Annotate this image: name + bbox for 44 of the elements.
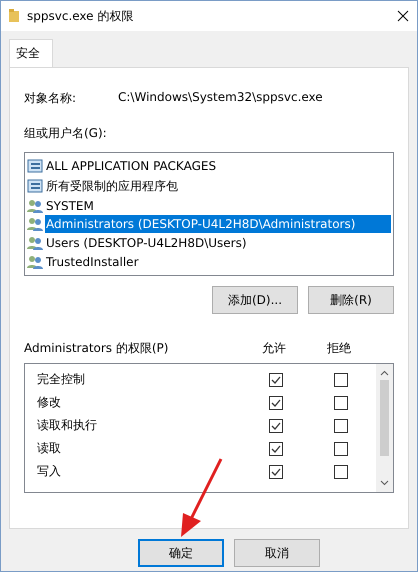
dialog-button[interactable]: 取消: [234, 539, 320, 567]
permission-name: 读取: [37, 440, 62, 457]
folder-icon: [9, 9, 19, 23]
dialog-button[interactable]: 确定: [138, 539, 224, 567]
checkbox[interactable]: [269, 442, 283, 456]
object-path: C:\Windows\System32\sppsvc.exe: [118, 90, 323, 106]
window-title: sppsvc.exe 的权限: [27, 8, 134, 24]
checkbox[interactable]: [334, 396, 348, 410]
package-icon: [27, 179, 43, 194]
list-item[interactable]: ALL APPLICATION PACKAGES: [45, 157, 218, 176]
action-button[interactable]: 添加(D)...: [212, 286, 298, 314]
users-icon: [27, 217, 43, 232]
action-button[interactable]: 删除(R): [308, 286, 394, 314]
close-icon[interactable]: [397, 10, 409, 22]
checkbox[interactable]: [334, 442, 348, 456]
list-item[interactable]: 所有受限制的应用程序包: [45, 176, 179, 197]
permission-name: 读取和执行: [37, 417, 98, 434]
checkbox[interactable]: [334, 372, 348, 386]
checkbox[interactable]: [334, 464, 348, 478]
checkbox[interactable]: [269, 418, 283, 432]
scroll-up-icon[interactable]: [380, 370, 389, 376]
list-item[interactable]: TrustedInstaller: [45, 252, 140, 271]
users-icon: [27, 254, 43, 269]
column-header: 允许: [261, 340, 287, 357]
permission-name: 完全控制: [37, 371, 86, 388]
list-label: 组或用户名(G):: [24, 125, 108, 142]
checkbox[interactable]: [269, 464, 283, 478]
users-icon: [27, 198, 43, 213]
checkbox[interactable]: [269, 372, 283, 386]
scrollbar[interactable]: [376, 364, 393, 492]
list-item[interactable]: Users (DESKTOP-U4L2H8D\Users): [45, 234, 248, 252]
permission-name: 写入: [37, 463, 62, 480]
tab[interactable]: 安全: [9, 39, 53, 67]
checkbox[interactable]: [269, 396, 283, 410]
permissions-label: Administrators 的权限(P): [24, 340, 170, 357]
scroll-down-icon[interactable]: [380, 480, 389, 486]
users-icon: [27, 236, 43, 250]
list-item[interactable]: SYSTEM: [45, 196, 95, 215]
permission-name: 修改: [37, 394, 62, 411]
column-header: 拒绝: [326, 340, 352, 357]
checkbox[interactable]: [334, 418, 348, 432]
package-icon: [27, 159, 43, 174]
field-label: 对象名称:: [24, 90, 78, 107]
list-item[interactable]: Administrators (DESKTOP-U4L2H8D\Administrators): [45, 215, 391, 234]
